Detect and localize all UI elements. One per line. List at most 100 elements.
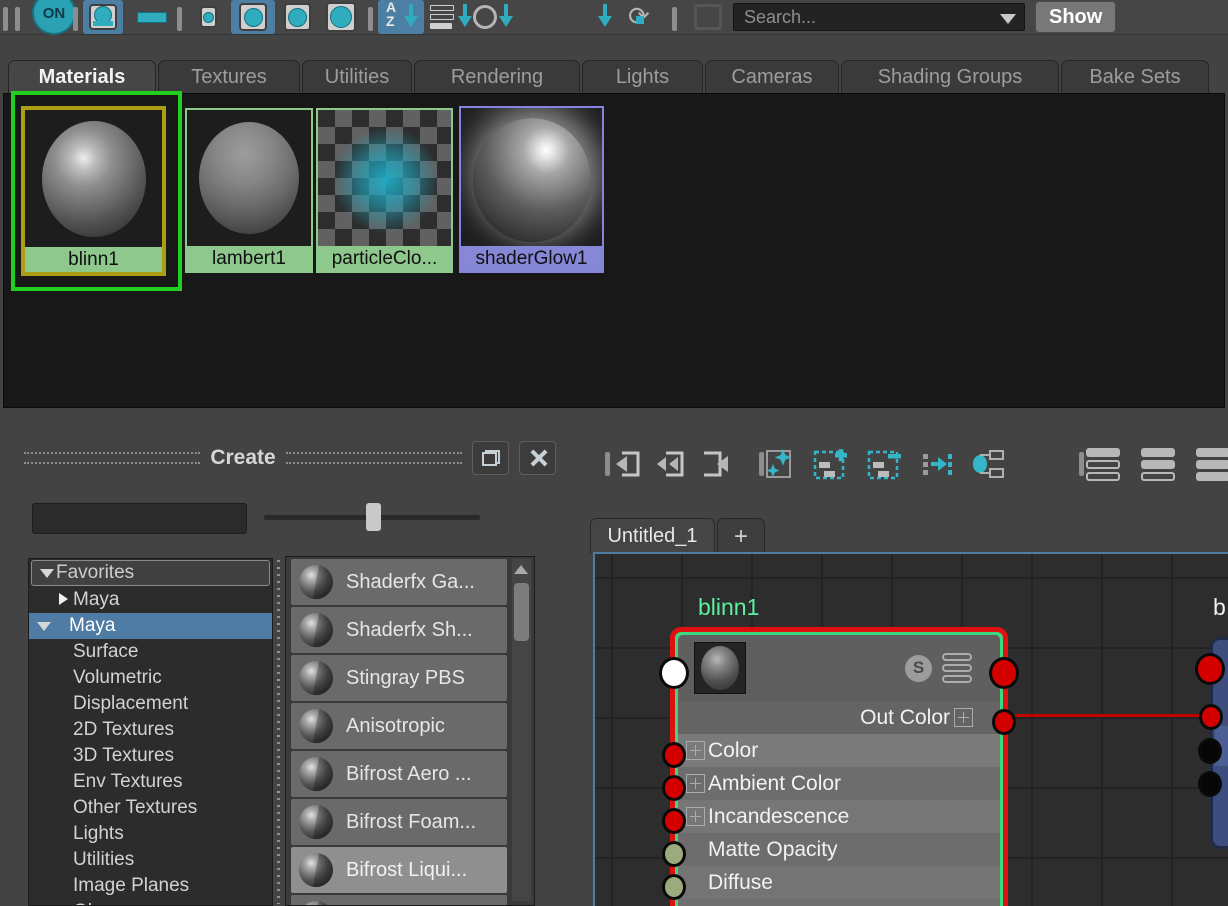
material-item-shaderfx-game[interactable]: Shaderfx Ga... — [291, 559, 507, 605]
tree-item-favorites[interactable]: Favorites — [31, 560, 270, 586]
remove-nodes-from-graph-button[interactable] — [866, 444, 904, 484]
show-output-connections-button[interactable] — [696, 444, 734, 484]
add-nodes-to-graph-button[interactable] — [812, 444, 850, 484]
tree-item-3d-textures[interactable]: 3D Textures — [29, 743, 272, 769]
input-port-white[interactable] — [659, 657, 689, 689]
display-full-mode-button[interactable] — [1194, 444, 1228, 484]
right-node-output-port[interactable] — [1195, 653, 1225, 685]
out-color-port[interactable] — [992, 709, 1016, 735]
swatch-size-large-button[interactable] — [284, 0, 311, 34]
right-node-surface-port[interactable] — [1199, 704, 1223, 730]
tab-materials[interactable]: Materials — [8, 60, 156, 94]
material-item-bifrost-liquid[interactable]: Bifrost Liqui... — [291, 847, 507, 893]
swatch-size-medium-button[interactable] — [231, 0, 275, 34]
material-item-bifrost-foam[interactable]: Bifrost Foam... — [291, 799, 507, 845]
tree-item-volumetric[interactable]: Volumetric — [29, 665, 272, 691]
tree-item-lights[interactable]: Lights — [29, 821, 272, 847]
swatch-shaderglow1[interactable]: shaderGlow1 — [459, 106, 604, 273]
tab-textures[interactable]: Textures — [158, 60, 300, 94]
sort-by-time-button[interactable] — [473, 0, 513, 34]
tree-item-maya[interactable]: Maya — [29, 613, 272, 639]
add-selected-to-graph-button[interactable] — [760, 444, 798, 484]
material-item-bifrost-aero[interactable]: Bifrost Aero ... — [291, 751, 507, 797]
panel-splitter[interactable] — [277, 560, 280, 904]
material-item-stingray-pbs[interactable]: Stingray PBS — [291, 655, 507, 701]
material-item-anisotropic[interactable]: Anisotropic — [291, 703, 507, 749]
color-port[interactable] — [662, 742, 686, 768]
matte-opacity-port[interactable] — [662, 841, 686, 867]
collapse-triangle-icon[interactable] — [37, 622, 51, 631]
node-display-mode-icon[interactable] — [942, 653, 972, 683]
tree-item-utilities[interactable]: Utilities — [29, 847, 272, 873]
show-button[interactable]: Show — [1035, 1, 1117, 33]
show-all-connections-button[interactable] — [652, 444, 690, 484]
swatch-lambert1[interactable]: lambert1 — [185, 108, 313, 273]
particlecloud-preview — [318, 110, 451, 246]
pin-swatches-button[interactable] — [694, 0, 722, 34]
sort-alphabetical-button[interactable]: AZ — [378, 0, 424, 34]
display-connected-mode-button[interactable] — [1139, 444, 1177, 484]
pin-node-button[interactable] — [968, 444, 1006, 484]
on-toggle-button[interactable]: ON — [32, 0, 76, 35]
search-input[interactable] — [733, 3, 1025, 31]
blinn1-node[interactable]: S Out Color Color Ambient Color Incandes… — [659, 627, 1019, 906]
collapse-triangle-icon[interactable] — [40, 569, 54, 578]
on-label: ON — [32, 0, 76, 35]
sort-by-type-button[interactable] — [430, 0, 472, 34]
scrollbar-thumb[interactable] — [514, 583, 529, 641]
swatch-size-xlarge-button[interactable] — [326, 0, 356, 34]
output-port-red[interactable] — [989, 657, 1019, 689]
tab-lights[interactable]: Lights — [582, 60, 703, 94]
tree-item-maya-favorites[interactable]: Maya — [29, 587, 272, 613]
tree-item-image-planes[interactable]: Image Planes — [29, 873, 272, 899]
tab-rendering[interactable]: Rendering — [414, 60, 580, 94]
sort-reverse-button[interactable] — [598, 0, 612, 34]
expand-plus-icon[interactable] — [954, 708, 973, 727]
search-dropdown-chevron-icon[interactable] — [1000, 14, 1016, 24]
close-panel-button[interactable] — [519, 441, 556, 475]
tab-bake-sets[interactable]: Bake Sets — [1061, 60, 1209, 94]
right-node-port-black-1[interactable] — [1198, 738, 1222, 764]
expand-plus-icon[interactable] — [686, 774, 705, 793]
connection-wire-out-color[interactable] — [1015, 714, 1211, 717]
tree-item-glow[interactable]: Glow — [29, 899, 272, 905]
material-list-scrollbar[interactable] — [512, 559, 531, 901]
tree-item-displacement[interactable]: Displacement — [29, 691, 272, 717]
swatch-size-small-button[interactable] — [200, 0, 217, 34]
node-row-matte-opacity: Matte Opacity — [678, 833, 1000, 866]
create-filter-input[interactable] — [32, 503, 247, 534]
tree-item-env-textures[interactable]: Env Textures — [29, 769, 272, 795]
swatch-list-view-button[interactable] — [83, 0, 123, 34]
tree-item-surface[interactable]: Surface — [29, 639, 272, 665]
incandescence-port[interactable] — [662, 808, 686, 834]
node-swatch-thumbnail[interactable] — [694, 642, 746, 694]
refresh-swatches-button[interactable]: ⟳ — [628, 0, 650, 34]
material-item-shaderfx-shader[interactable]: Shaderfx Sh... — [291, 607, 507, 653]
shading-group-badge[interactable]: S — [905, 654, 932, 682]
tree-item-other-textures[interactable]: Other Textures — [29, 795, 272, 821]
swatch-bar-button[interactable] — [137, 0, 167, 34]
graph-new-tab-button[interactable]: + — [717, 518, 765, 554]
swatch-particlecloud[interactable]: particleClo... — [316, 108, 453, 273]
tree-item-2d-textures[interactable]: 2D Textures — [29, 717, 272, 743]
scroll-up-icon[interactable] — [514, 565, 528, 574]
expand-plus-icon[interactable] — [686, 741, 705, 760]
material-item-partial[interactable] — [291, 895, 507, 905]
diffuse-port[interactable] — [662, 874, 686, 900]
expand-triangle-icon[interactable] — [59, 593, 68, 605]
expand-plus-icon[interactable] — [686, 807, 705, 826]
graph-upstream-button[interactable] — [918, 444, 956, 484]
graph-tab-untitled1[interactable]: Untitled_1 — [590, 518, 715, 554]
icon-size-slider[interactable] — [264, 503, 480, 531]
tab-cameras[interactable]: Cameras — [705, 60, 839, 94]
display-simple-mode-button[interactable] — [1084, 444, 1122, 484]
undock-panel-button[interactable] — [472, 441, 509, 475]
show-input-connections-button[interactable] — [608, 444, 646, 484]
right-node-port-black-2[interactable] — [1198, 771, 1222, 797]
tab-utilities[interactable]: Utilities — [302, 60, 412, 94]
slider-handle[interactable] — [366, 503, 381, 531]
node-graph-canvas[interactable]: blinn1 b S Out Color Color Ambient Color… — [593, 552, 1228, 906]
remove-nodes-icon — [867, 450, 901, 480]
tab-shading-groups[interactable]: Shading Groups — [841, 60, 1059, 94]
ambient-color-port[interactable] — [662, 775, 686, 801]
